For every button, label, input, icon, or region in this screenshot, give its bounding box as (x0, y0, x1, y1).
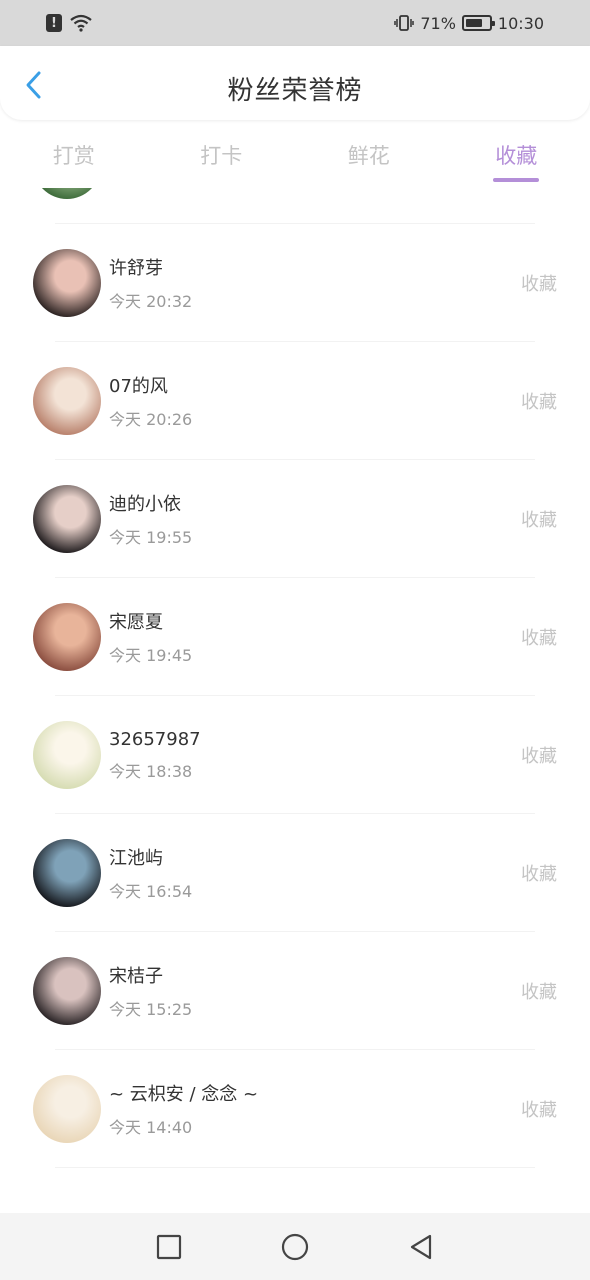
favorite-action-label: 收藏 (521, 1100, 557, 1121)
fan-time: 今天 15:25 (109, 1000, 193, 1019)
fan-name: 宋桔子 (109, 966, 163, 987)
battery-icon (461, 15, 495, 31)
avatar[interactable] (33, 367, 101, 435)
fan-meta: 宋桔子今天 15:25 (109, 962, 192, 1020)
status-bar-left: ! (46, 14, 92, 32)
favorite-action-label: 收藏 (521, 746, 557, 767)
fan-row[interactable]: 32657987 今天 18:38 收藏 (0, 696, 590, 814)
fan-row[interactable]: ~ 云枳安 / 念念 ~ 今天 14:40 收藏 (0, 1050, 590, 1168)
fan-time: 今天 19:55 (109, 528, 193, 547)
avatar[interactable] (33, 603, 101, 671)
tab-checkin[interactable]: 打卡 (148, 132, 296, 188)
fan-time: 今天 20:32 (109, 292, 193, 311)
fan-row[interactable]: 宋桔子今天 15:25 收藏 (0, 932, 590, 1050)
fan-time: 今天 18:38 (109, 761, 193, 781)
fan-row[interactable]: 今天 21:12收藏 (0, 188, 590, 224)
fan-name: 07的风 (109, 376, 168, 397)
clock: 10:30 (497, 13, 544, 33)
fan-meta: 迪的小依今天 19:55 (109, 490, 192, 548)
battery-percent: 71% (420, 13, 456, 33)
fan-time: 今天 14:40 (109, 1118, 193, 1137)
avatar[interactable] (33, 485, 101, 553)
fan-name: 宋愿夏 (109, 612, 163, 633)
fan-row[interactable]: 许舒芽今天 20:32 收藏 (0, 224, 590, 342)
fan-time: 今天 16:54 (109, 882, 193, 901)
fan-name: ~ 云枳安 / 念念 ~ (109, 1084, 259, 1105)
fan-row[interactable]: 江池屿今天 16:54 收藏 (0, 814, 590, 932)
page-title: 粉丝荣誉榜 (227, 76, 363, 106)
avatar[interactable] (33, 957, 101, 1025)
fan-name: 许舒芽 (109, 258, 163, 279)
fan-list-viewport[interactable]: 今天 21:12收藏许舒芽今天 20:32收藏07的风今天 20:26收藏迪的小… (0, 188, 590, 1213)
vibrate-icon (394, 15, 415, 31)
avatar[interactable] (33, 721, 101, 789)
tab-flowers[interactable]: 鲜花 (295, 132, 443, 188)
fan-meta: 32657987 今天 18:38 (109, 729, 201, 782)
favorite-action-label: 收藏 (521, 274, 557, 295)
header: 粉丝荣誉榜 (0, 46, 590, 120)
favorite-action-label: 收藏 (521, 628, 557, 649)
recent-apps-button[interactable] (106, 1213, 232, 1280)
back-nav-button[interactable] (358, 1213, 484, 1280)
fan-name: 迪的小依 (109, 494, 181, 515)
favorite-action-label: 收藏 (521, 392, 557, 413)
wifi-icon (70, 14, 92, 32)
status-bar-right: 71% 10:30 (394, 14, 544, 33)
favorite-action-label: 收藏 (521, 864, 557, 885)
tab-favorites[interactable]: 收藏 (443, 132, 590, 188)
fan-list: 今天 21:12收藏许舒芽今天 20:32收藏07的风今天 20:26收藏迪的小… (0, 188, 590, 1168)
home-button[interactable] (232, 1213, 358, 1280)
back-triangle-icon (410, 1234, 432, 1259)
fan-meta: 许舒芽今天 20:32 (109, 254, 192, 312)
system-nav-bar (0, 1213, 590, 1280)
avatar[interactable] (33, 188, 101, 199)
fan-row[interactable]: 宋愿夏今天 19:45 收藏 (0, 578, 590, 696)
fan-meta: ~ 云枳安 / 念念 ~ 今天 14:40 (109, 1080, 258, 1138)
fan-meta: 江池屿今天 16:54 (109, 844, 192, 902)
fan-time: 今天 19:45 (109, 646, 193, 665)
fan-name: 江池屿 (109, 848, 163, 869)
battery-level (465, 19, 482, 27)
status-bar: ! 71% 10:30 (0, 0, 590, 46)
tab-bar: 打赏 打卡 鲜花 收藏 (0, 132, 590, 188)
avatar[interactable] (33, 249, 101, 317)
alert-icon: ! (46, 14, 62, 32)
avatar[interactable] (33, 1075, 101, 1143)
favorite-action-label: 收藏 (521, 982, 557, 1003)
fan-name: 32657987 (109, 728, 201, 750)
favorite-action-label: 收藏 (521, 510, 557, 531)
tab-reward[interactable]: 打赏 (0, 132, 148, 188)
fan-row[interactable]: 迪的小依今天 19:55 收藏 (0, 460, 590, 578)
fan-meta: 宋愿夏今天 19:45 (109, 608, 192, 666)
home-icon (281, 1233, 309, 1260)
fan-time: 今天 20:26 (109, 410, 193, 429)
fan-meta: 07的风今天 20:26 (109, 372, 192, 430)
fan-row[interactable]: 07的风今天 20:26 收藏 (0, 342, 590, 460)
avatar[interactable] (33, 839, 101, 907)
recent-apps-icon (156, 1234, 182, 1259)
